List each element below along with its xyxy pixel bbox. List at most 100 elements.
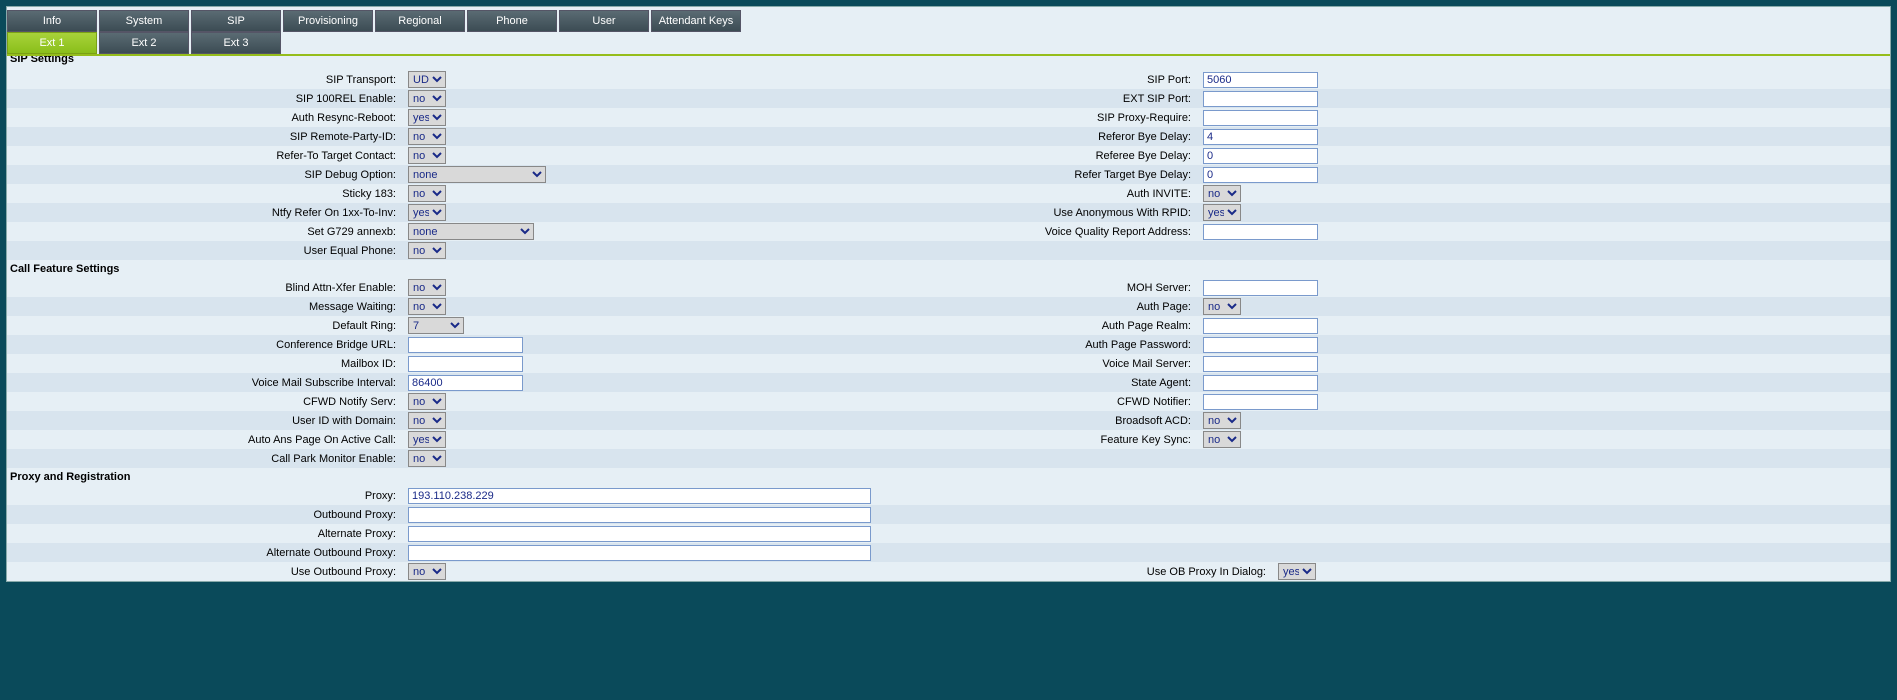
mailbox-id-input[interactable]: [408, 356, 523, 372]
field-control-cell: no: [402, 278, 802, 297]
proxy-registration-header: Proxy and Registration: [7, 468, 1890, 486]
set-g729-annexb-select[interactable]: none: [408, 223, 534, 240]
use-anonymous-with-rpid-select[interactable]: yes: [1203, 204, 1241, 221]
tab-ext-3[interactable]: Ext 3: [191, 32, 281, 54]
sip-debug-option-select[interactable]: none: [408, 166, 546, 183]
call-park-monitor-enable-select[interactable]: no: [408, 450, 446, 467]
field-label: Refer-To Target Contact:: [7, 146, 402, 165]
field-label: Outbound Proxy:: [7, 505, 402, 524]
sip-transport-select[interactable]: UDP: [408, 71, 446, 88]
default-ring-select[interactable]: 7: [408, 317, 464, 334]
tab-user[interactable]: User: [559, 10, 649, 32]
referee-bye-delay-input[interactable]: [1203, 148, 1318, 164]
tab-phone[interactable]: Phone: [467, 10, 557, 32]
sticky-183-select[interactable]: no: [408, 185, 446, 202]
field-control-cell: no: [1197, 297, 1890, 316]
user-id-with-domain-select[interactable]: no: [408, 412, 446, 429]
auth-invite-select[interactable]: no: [1203, 185, 1241, 202]
tab-sip[interactable]: SIP: [191, 10, 281, 32]
field-control-cell: no: [402, 562, 877, 581]
field-label: EXT SIP Port:: [802, 89, 1197, 108]
field-control-cell: [1197, 316, 1890, 335]
field-control-cell: 7: [402, 316, 802, 335]
field-control-cell: no: [1197, 411, 1890, 430]
content-area: SIP Settings SIP Transport:UDPSIP Port:S…: [7, 56, 1890, 581]
ext-sip-port-input[interactable]: [1203, 91, 1318, 107]
outbound-proxy-input[interactable]: [408, 507, 871, 523]
ntfy-refer-on-1xx-to-inv-select[interactable]: yes: [408, 204, 446, 221]
tab-regional[interactable]: Regional: [375, 10, 465, 32]
use-ob-proxy-in-dialog-select[interactable]: yes: [1278, 563, 1316, 580]
cfwd-notifier-input[interactable]: [1203, 394, 1318, 410]
auth-resync-reboot-select[interactable]: yes: [408, 109, 446, 126]
tab-attendant-keys[interactable]: Attendant Keys: [651, 10, 741, 32]
voice-mail-server-input[interactable]: [1203, 356, 1318, 372]
refer-to-target-contact-select[interactable]: no: [408, 147, 446, 164]
message-waiting-select[interactable]: no: [408, 298, 446, 315]
voice-quality-report-address-input[interactable]: [1203, 224, 1318, 240]
form-row: Outbound Proxy:: [7, 505, 1890, 524]
cfwd-notify-serv-select[interactable]: no: [408, 393, 446, 410]
form-row: Refer-To Target Contact:noReferee Bye De…: [7, 146, 1890, 165]
field-label: SIP Transport:: [7, 70, 402, 89]
field-label: Referor Bye Delay:: [802, 127, 1197, 146]
form-row: User Equal Phone:no: [7, 241, 1890, 260]
sip-proxy-require-input[interactable]: [1203, 110, 1318, 126]
referor-bye-delay-input[interactable]: [1203, 129, 1318, 145]
field-label: Conference Bridge URL:: [7, 335, 402, 354]
sip-remote-party-id-select[interactable]: no: [408, 128, 446, 145]
field-label: [802, 241, 1197, 260]
voice-mail-subscribe-interval-input[interactable]: [408, 375, 523, 391]
auto-ans-page-on-active-call-select[interactable]: yes: [408, 431, 446, 448]
field-control-cell: yes: [402, 203, 802, 222]
alternate-proxy-input[interactable]: [408, 526, 871, 542]
tab-provisioning[interactable]: Provisioning: [283, 10, 373, 32]
auth-page-select[interactable]: no: [1203, 298, 1241, 315]
conference-bridge-url-input[interactable]: [408, 337, 523, 353]
tab-system[interactable]: System: [99, 10, 189, 32]
field-control-cell: [1197, 222, 1890, 241]
form-row: User ID with Domain:noBroadsoft ACD:no: [7, 411, 1890, 430]
proxy-input[interactable]: [408, 488, 871, 504]
field-label: Voice Mail Subscribe Interval:: [7, 373, 402, 392]
blind-attn-xfer-enable-select[interactable]: no: [408, 279, 446, 296]
sip-100rel-enable-select[interactable]: no: [408, 90, 446, 107]
field-control-cell: no: [402, 127, 802, 146]
state-agent-input[interactable]: [1203, 375, 1318, 391]
form-row: Message Waiting:noAuth Page:no: [7, 297, 1890, 316]
feature-key-sync-select[interactable]: no: [1203, 431, 1241, 448]
tab-ext-2[interactable]: Ext 2: [99, 32, 189, 54]
field-control-cell: [402, 505, 877, 524]
field-label: Auth INVITE:: [802, 184, 1197, 203]
moh-server-input[interactable]: [1203, 280, 1318, 296]
form-row: Use Outbound Proxy:noUse OB Proxy In Dia…: [7, 562, 1890, 581]
alternate-outbound-proxy-input[interactable]: [408, 545, 871, 561]
field-control-cell: [402, 543, 877, 562]
field-label: [877, 486, 1272, 505]
refer-target-bye-delay-input[interactable]: [1203, 167, 1318, 183]
sip-settings-table: SIP Transport:UDPSIP Port:SIP 100REL Ena…: [7, 70, 1890, 260]
tab-ext-1[interactable]: Ext 1: [7, 32, 97, 54]
use-outbound-proxy-select[interactable]: no: [408, 563, 446, 580]
user-equal-phone-select[interactable]: no: [408, 242, 446, 259]
field-control-cell: [402, 486, 877, 505]
field-label: Broadsoft ACD:: [802, 411, 1197, 430]
tab-info[interactable]: Info: [7, 10, 97, 32]
field-label: Alternate Outbound Proxy:: [7, 543, 402, 562]
field-control-cell: [1197, 373, 1890, 392]
sip-port-input[interactable]: [1203, 72, 1318, 88]
field-control-cell: no: [402, 297, 802, 316]
form-row: Sticky 183:noAuth INVITE:no: [7, 184, 1890, 203]
auth-page-password-input[interactable]: [1203, 337, 1318, 353]
field-label: Default Ring:: [7, 316, 402, 335]
broadsoft-acd-select[interactable]: no: [1203, 412, 1241, 429]
field-label: Set G729 annexb:: [7, 222, 402, 241]
field-control-cell: [1197, 146, 1890, 165]
auth-page-realm-input[interactable]: [1203, 318, 1318, 334]
field-control-cell: [1197, 70, 1890, 89]
field-label: Auth Resync-Reboot:: [7, 108, 402, 127]
proxy-registration-table: Proxy:Outbound Proxy:Alternate Proxy:Alt…: [7, 486, 1890, 581]
field-control-cell: no: [402, 449, 802, 468]
field-label: Voice Quality Report Address:: [802, 222, 1197, 241]
field-control-cell: [402, 373, 802, 392]
